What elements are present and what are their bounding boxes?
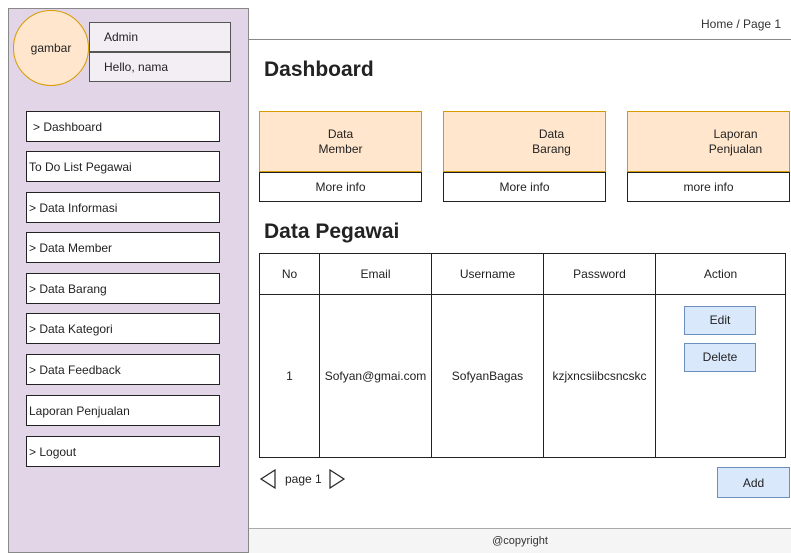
card-data-barang-more-info[interactable]: More info — [443, 172, 606, 202]
cell-username: SofyanBagas — [431, 294, 544, 458]
section-title: Data Pegawai — [264, 220, 400, 243]
card-line2: Penjualan — [708, 141, 763, 156]
card-data-member[interactable]: Data Member — [259, 111, 422, 172]
top-bar: Home / Page 1 — [249, 8, 791, 40]
sidebar-item-data-kategori[interactable]: > Data Kategori — [26, 313, 220, 344]
avatar-label: gambar — [30, 41, 72, 55]
card-line1: Data — [538, 126, 565, 141]
user-name: Admin — [89, 22, 231, 52]
footer: @copyright — [249, 528, 791, 553]
sidebar-item-data-feedback[interactable]: > Data Feedback — [26, 354, 220, 385]
card-line1: Data — [327, 126, 354, 141]
prev-page-icon[interactable] — [259, 469, 277, 489]
column-header-no: No — [259, 253, 320, 295]
cell-password: kzjxncsiibcsncskc — [543, 294, 656, 458]
sidebar-item-data-barang[interactable]: > Data Barang — [26, 273, 220, 304]
card-data-barang[interactable]: Data Barang — [443, 111, 606, 172]
card-data-member-more-info[interactable]: More info — [259, 172, 422, 202]
delete-button[interactable]: Delete — [684, 343, 756, 372]
pagination: page 1 — [259, 468, 346, 490]
user-greeting: Hello, nama — [89, 52, 231, 82]
table-row: 1 Sofyan@gmai.com SofyanBagas kzjxncsiib… — [259, 294, 786, 458]
sidebar-item-data-informasi[interactable]: > Data Informasi — [26, 192, 220, 223]
card-line2: Barang — [532, 141, 571, 156]
sidebar-item-todo-list-pegawai[interactable]: To Do List Pegawai — [26, 151, 220, 182]
column-header-password: Password — [543, 253, 656, 295]
add-button[interactable]: Add — [717, 467, 790, 498]
column-header-username: Username — [431, 253, 544, 295]
cell-no: 1 — [259, 294, 320, 458]
employee-table: No Email Username Password Action 1 Sofy… — [259, 253, 786, 458]
column-header-email: Email — [319, 253, 432, 295]
sidebar-item-data-member[interactable]: > Data Member — [26, 232, 220, 263]
breadcrumb[interactable]: Home / Page 1 — [701, 8, 791, 40]
card-laporan-penjualan[interactable]: Laporan Penjualan — [627, 111, 790, 172]
sidebar-item-dashboard[interactable]: > Dashboard — [26, 111, 220, 142]
cell-email: Sofyan@gmai.com — [319, 294, 432, 458]
edit-button[interactable]: Edit — [684, 306, 756, 335]
table-header-row: No Email Username Password Action — [259, 253, 786, 295]
sidebar-item-laporan-penjualan[interactable]: Laporan Penjualan — [26, 395, 220, 426]
card-line1: Laporan — [713, 126, 758, 141]
action-buttons: Edit Delete — [656, 295, 785, 457]
page-label: page 1 — [285, 472, 322, 486]
avatar: gambar — [13, 10, 89, 86]
card-line2: Member — [318, 141, 363, 156]
cell-action: Edit Delete — [655, 294, 786, 458]
sidebar-item-logout[interactable]: > Logout — [26, 436, 220, 467]
card-laporan-penjualan-more-info[interactable]: more info — [627, 172, 790, 202]
next-page-icon[interactable] — [328, 469, 346, 489]
page-title: Dashboard — [264, 58, 374, 81]
column-header-action: Action — [655, 253, 786, 295]
